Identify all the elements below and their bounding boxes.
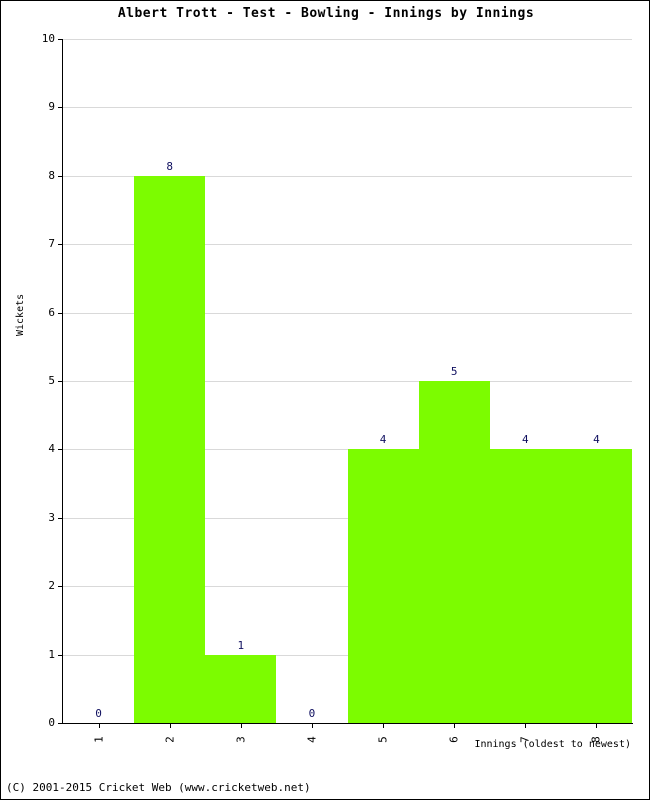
y-tick-mark [58,517,63,519]
x-tick-label: 6 [447,736,461,743]
x-tick-label: 3 [234,736,248,743]
bar [418,381,490,723]
y-tick-mark [58,586,63,588]
y-tick-mark [58,244,63,246]
bar-value-label: 0 [95,707,102,720]
x-tick-label: 5 [376,736,390,743]
bar [134,175,206,723]
y-tick-mark [58,654,63,656]
y-tick-mark [58,449,63,451]
plot-area: 0 1 2 3 4 5 6 7 8 9 10 08104544 12345678 [42,32,632,743]
y-tick-label: 5 [48,374,55,387]
y-tick-mark [58,39,63,40]
x-tick-label: 1 [92,736,106,743]
y-tick-label: 1 [48,647,55,661]
bar-value-label: 4 [379,433,387,447]
y-tick-mark [58,175,63,177]
y-tick-label: 6 [48,305,55,319]
y-tick-label: 7 [48,237,55,251]
bar-value-label: 1 [237,638,245,652]
bar-value-label: 8 [166,159,173,173]
x-axis-title: Innings (oldest to newest) [474,739,631,750]
gridline [63,107,632,109]
footer-credit: (C) 2001-2015 Cricket Web (www.cricketwe… [6,781,311,794]
y-tick-label: 10 [41,32,55,45]
bar [489,449,561,723]
bar [347,449,419,723]
y-tick-mark [58,723,63,724]
bar-value-label: 4 [593,433,600,447]
y-tick-mark [58,107,63,109]
y-tick-label: 3 [48,510,55,524]
y-tick-mark [58,381,63,382]
x-axis-line [62,723,633,724]
bar-value-label: 0 [308,707,316,720]
y-tick-label: 4 [48,442,55,456]
x-tick-label: 4 [305,736,319,743]
y-tick-label: 2 [48,579,55,593]
y-tick-label: 8 [48,168,55,182]
gridline [63,39,632,40]
bar-value-label: 5 [450,365,458,378]
bar [560,449,632,723]
bar [205,654,277,723]
y-tick-mark [58,312,63,314]
chart-title: Albert Trott - Test - Bowling - Innings … [117,6,535,21]
bowling-innings-chart: Albert Trott - Test - Bowling - Innings … [0,0,650,800]
x-tick-label: 2 [163,736,177,743]
bar-value-label: 4 [522,433,529,447]
y-tick-label: 9 [48,100,55,114]
y-tick-label: 0 [48,716,55,729]
